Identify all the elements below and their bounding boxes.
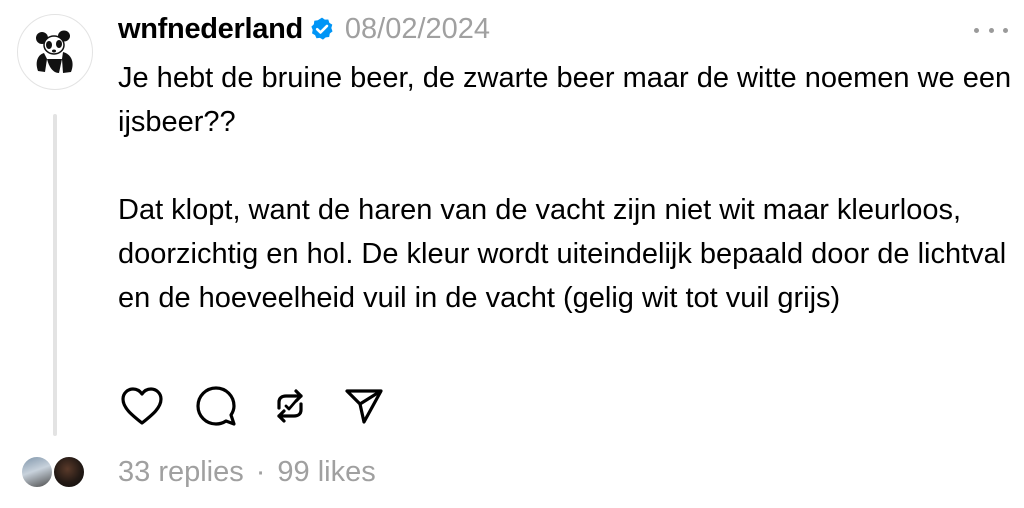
heart-icon — [121, 387, 163, 425]
post-stats: 33 replies · 99 likes — [118, 456, 376, 489]
post-header: wnfnederland 08/02/2024 — [118, 10, 490, 48]
share-button[interactable] — [340, 382, 388, 430]
verified-badge-icon — [309, 16, 335, 42]
avatar — [52, 455, 86, 489]
repost-button[interactable] — [266, 382, 314, 430]
action-bar — [118, 382, 388, 430]
thread-line — [53, 114, 57, 436]
replies-count[interactable]: 33 replies — [118, 456, 244, 489]
post-paragraph: Je hebt de bruine beer, de zwarte beer m… — [118, 62, 1012, 138]
post-paragraph: Dat klopt, want de haren van de vacht zi… — [118, 194, 1007, 314]
replier-avatars — [20, 453, 90, 491]
avatar[interactable] — [17, 14, 93, 90]
like-button[interactable] — [118, 382, 166, 430]
post-footer: 33 replies · 99 likes — [20, 452, 376, 492]
avatar — [20, 455, 54, 489]
stats-separator: · — [255, 455, 266, 488]
repost-icon — [277, 389, 303, 423]
likes-count[interactable]: 99 likes — [277, 456, 375, 489]
send-icon — [345, 389, 383, 424]
post-date: 08/02/2024 — [344, 12, 491, 45]
username[interactable]: wnfnederland — [118, 13, 303, 46]
more-options-icon[interactable] — [974, 18, 1008, 42]
reply-button[interactable] — [192, 382, 240, 430]
comment-icon — [196, 386, 236, 426]
post-text: Je hebt de bruine beer, de zwarte beer m… — [118, 56, 1018, 320]
wwf-panda-logo — [36, 30, 73, 73]
